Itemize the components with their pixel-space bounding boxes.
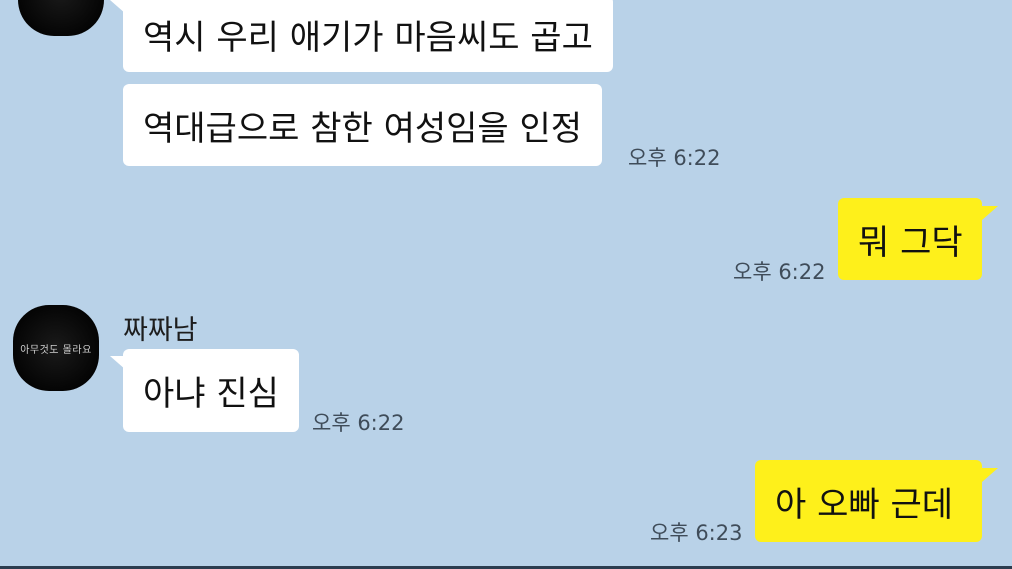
- avatar-top[interactable]: [18, 0, 104, 36]
- message-time: 오후 6:23: [650, 521, 743, 545]
- message-time: 오후 6:22: [628, 146, 721, 170]
- sender-name: 짜짜남: [123, 315, 198, 346]
- message-bubble-outgoing[interactable]: 아 오빠 근데: [755, 460, 982, 542]
- avatar-label: 아무것도 몰라요: [20, 344, 92, 356]
- avatar[interactable]: 아무것도 몰라요: [13, 305, 99, 391]
- bubble-tail: [982, 468, 998, 482]
- message-time: 오후 6:22: [733, 260, 826, 284]
- message-bubble-incoming[interactable]: 역대급으로 참한 여성임을 인정: [123, 84, 603, 166]
- message-time: 오후 6:22: [312, 411, 405, 435]
- message-bubble-incoming[interactable]: 역시 우리 애기가 마음씨도 곱고: [123, 0, 613, 72]
- chat-area[interactable]: 역시 우리 애기가 마음씨도 곱고 역대급으로 참한 여성임을 인정 오후 6:…: [0, 0, 1012, 569]
- message-text: 뭐 그닥: [858, 222, 963, 263]
- message-bubble-outgoing[interactable]: 뭐 그닥: [838, 198, 982, 280]
- message-text: 아냐 진심: [143, 374, 279, 414]
- message-text: 역대급으로 참한 여성임을 인정: [143, 108, 583, 149]
- message-bubble-incoming[interactable]: 아냐 진심: [123, 349, 299, 432]
- bubble-tail: [982, 206, 998, 220]
- message-text: 역시 우리 애기가 마음씨도 곱고: [143, 17, 593, 58]
- message-text: 아 오빠 근데: [775, 484, 954, 525]
